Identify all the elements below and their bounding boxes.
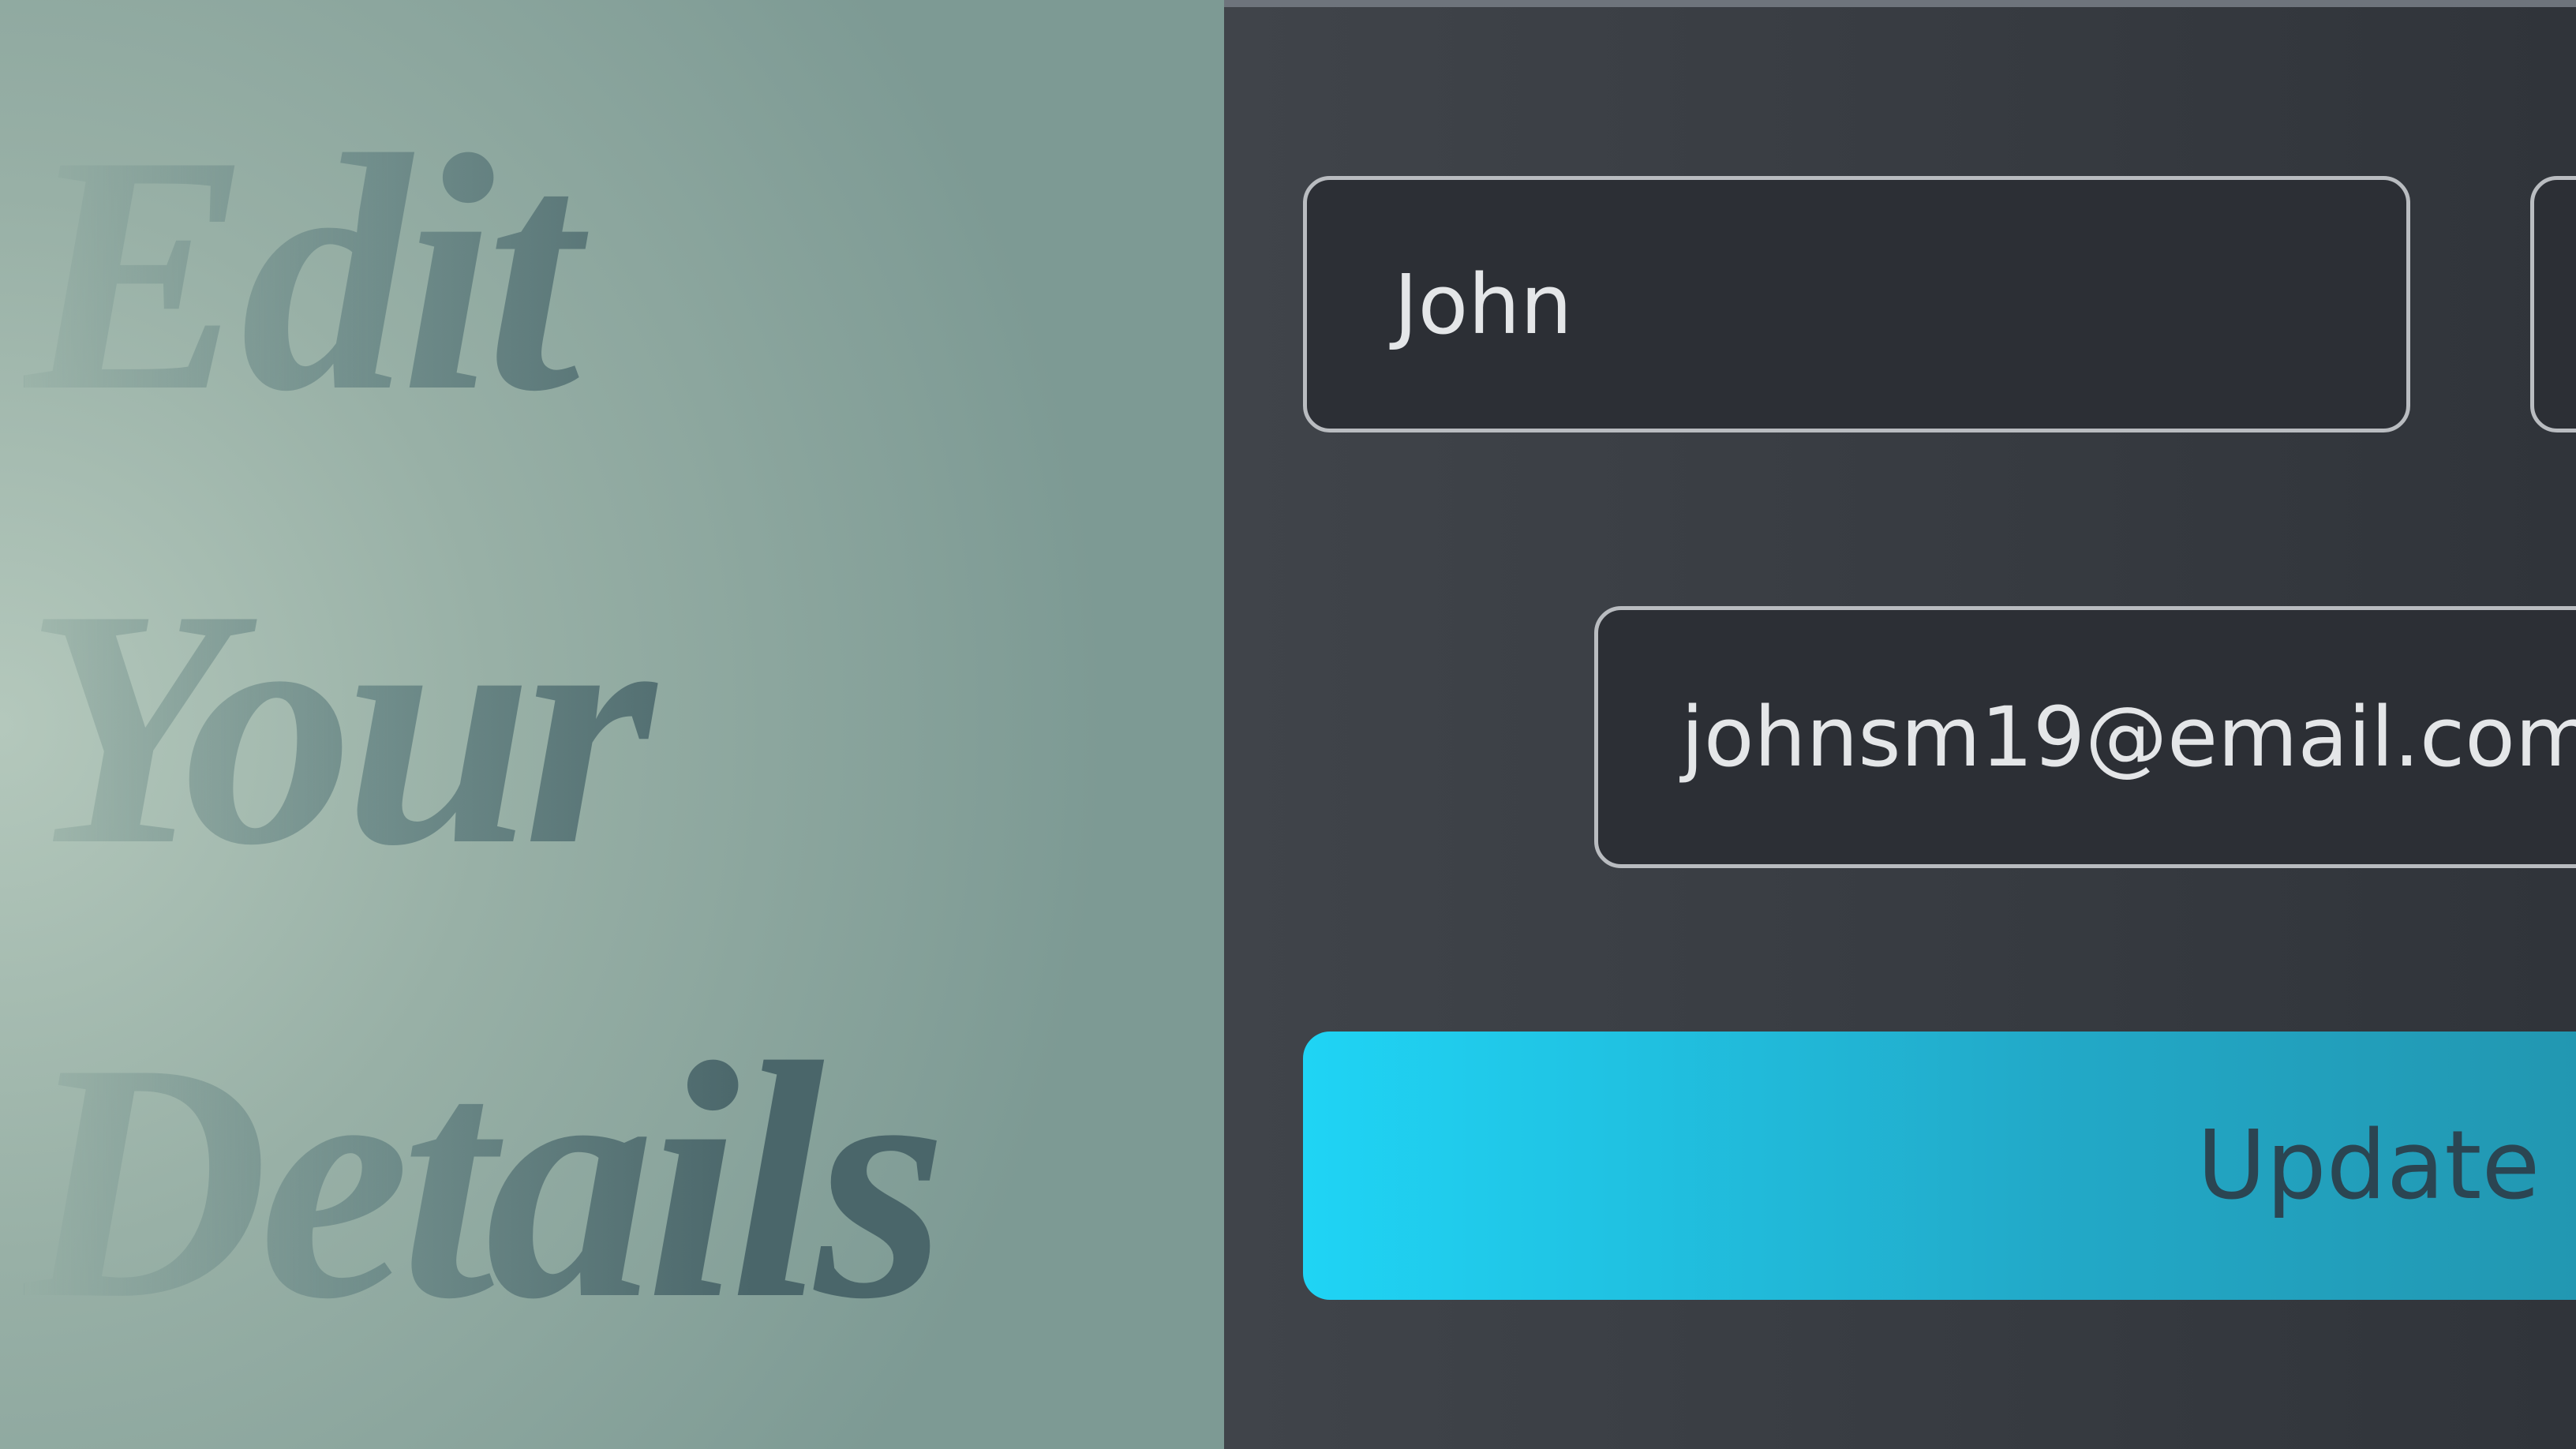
first-name-input[interactable]: John bbox=[1303, 176, 2410, 432]
title-line-your: Your bbox=[24, 540, 646, 915]
last-name-input[interactable] bbox=[2530, 176, 2576, 432]
update-button[interactable]: Update bbox=[1303, 1032, 2576, 1300]
edit-form-panel: John johnsm19@email.com Update bbox=[1224, 0, 2576, 1449]
page-title: Edit Your Details bbox=[24, 47, 938, 1409]
email-input[interactable]: johnsm19@email.com bbox=[1594, 606, 2576, 868]
title-line-edit: Edit bbox=[24, 86, 571, 462]
heading-panel: Edit Your Details bbox=[0, 0, 1224, 1449]
title-line-details: Details bbox=[24, 994, 938, 1369]
